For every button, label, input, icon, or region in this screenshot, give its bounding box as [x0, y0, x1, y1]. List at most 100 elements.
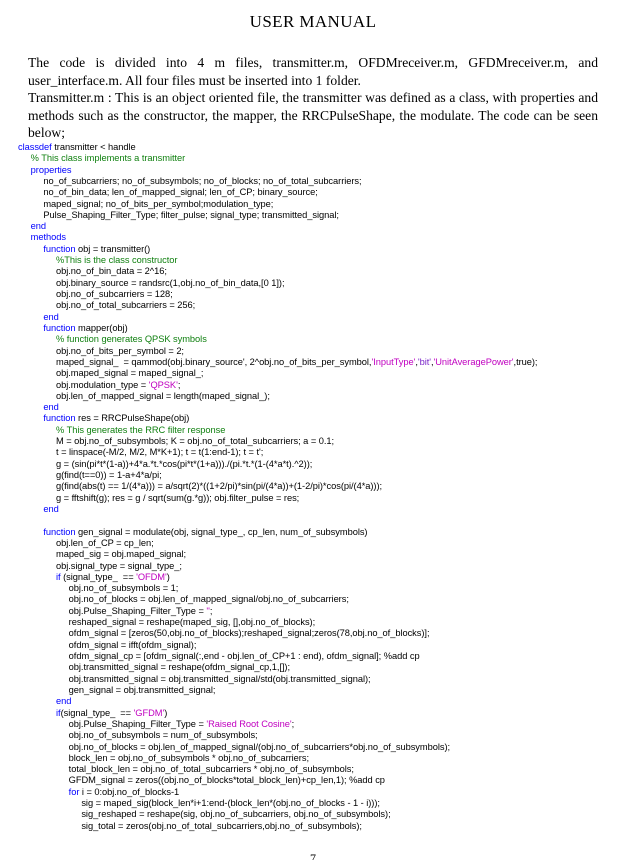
code-line: block_len = obj.no_of_subsymbols * obj.n…	[18, 753, 618, 764]
code-token-txt: obj.Pulse_Shaping_Filter_Type =	[68, 605, 207, 616]
code-token-txt: maped_sig = obj.maped_signal;	[56, 549, 187, 560]
code-line: function obj = transmitter()	[18, 244, 618, 255]
code-line: obj.len_of_CP = cp_len;	[18, 538, 618, 549]
code-token-txt: g = fftshift(g); res = g / sqrt(sum(g.*g…	[56, 492, 300, 503]
code-line: obj.no_of_bin_data = 2^16;	[18, 266, 618, 277]
code-line: maped_signal; no_of_bits_per_symbol;modu…	[18, 199, 618, 210]
code-token-cmt: % This generates the RRC filter response	[56, 424, 226, 435]
code-line: obj.transmitted_signal = reshape(ofdm_si…	[18, 662, 618, 673]
code-token-txt: obj.transmitted_signal = reshape(ofdm_si…	[68, 662, 290, 673]
code-line: obj.len_of_mapped_signal = length(maped_…	[18, 391, 618, 402]
code-line: function gen_signal = modulate(obj, sign…	[18, 527, 618, 538]
code-line: % This generates the RRC filter response	[18, 425, 618, 436]
code-token-txt: obj.no_of_subcarriers = 128;	[56, 289, 173, 300]
code-token-txt: obj.no_of_blocks = obj.len_of_mapped_sig…	[68, 594, 349, 605]
code-token-str: 'InputType'	[371, 356, 416, 367]
code-line: g = fftshift(g); res = g / sqrt(sum(g.*g…	[18, 493, 618, 504]
code-line: sig = maped_sig(block_len*i+1:end-(block…	[18, 798, 618, 809]
code-token-kw: end	[43, 503, 59, 514]
code-token-txt: obj.maped_signal = maped_signal_;	[56, 368, 204, 379]
code-token-txt: obj.len_of_mapped_signal = length(maped_…	[56, 390, 270, 401]
code-line: end	[18, 312, 618, 323]
code-line: sig_reshaped = reshape(sig, obj.no_of_su…	[18, 809, 618, 820]
code-token-kw: function	[43, 526, 79, 537]
code-token-txt: gen_signal = obj.transmitted_signal;	[68, 684, 216, 695]
code-token-kw: classdef	[18, 141, 55, 152]
code-line: obj.no_of_subcarriers = 128;	[18, 289, 618, 300]
code-line: obj.maped_signal = maped_signal_;	[18, 368, 618, 379]
code-token-txt: g(find(abs(t) == 1/(4*a))) = a/sqrt(2)*(…	[56, 481, 383, 492]
matlab-code-listing: classdef transmitter < handle % This cla…	[0, 142, 626, 832]
code-line: ofdm_signal = [zeros(50,obj.no_of_blocks…	[18, 628, 618, 639]
code-token-txt: sig_reshaped = reshape(sig, obj.no_of_su…	[81, 809, 391, 820]
code-line: end	[18, 402, 618, 413]
code-token-txt: obj.transmitted_signal = obj.transmitted…	[68, 673, 371, 684]
code-line: function res = RRCPulseShape(obj)	[18, 413, 618, 424]
code-line: obj.Pulse_Shaping_Filter_Type = 'Raised …	[18, 719, 618, 730]
code-line: end	[18, 221, 618, 232]
code-line: methods	[18, 232, 618, 243]
code-line: for i = 0:obj.no_of_blocks-1	[18, 787, 618, 798]
code-line: g(find(abs(t) == 1/(4*a))) = a/sqrt(2)*(…	[18, 481, 618, 492]
code-token-txt: g = (sin(pi*t*(1-a))+4*a.*t.*cos(pi*t*(1…	[56, 458, 313, 469]
code-line: obj.no_of_blocks = obj.len_of_mapped_sig…	[18, 594, 618, 605]
code-line: reshaped_signal = reshape(maped_sig, [],…	[18, 617, 618, 628]
code-token-txt: M = obj.no_of_subsymbols; K = obj.no_of_…	[56, 436, 335, 447]
code-line: obj.transmitted_signal = obj.transmitted…	[18, 674, 618, 685]
code-token-txt: (signal_type_ ==	[63, 571, 137, 582]
code-token-kw: function	[43, 243, 79, 254]
code-line: maped_signal_ = qammod(obj.binary_source…	[18, 357, 618, 368]
code-line: no_of_bin_data; len_of_mapped_signal; le…	[18, 187, 618, 198]
code-token-txt: ;	[209, 605, 213, 616]
code-token-kw: end	[43, 311, 59, 322]
code-token-txt: obj.no_of_bits_per_symbol = 2;	[56, 345, 184, 356]
code-token-txt: ,true);	[513, 356, 538, 367]
code-line: maped_sig = obj.maped_signal;	[18, 549, 618, 560]
code-token-txt: obj.no_of_subsymbols = num_of_subsymbols…	[68, 730, 258, 741]
code-token-txt: Pulse_Shaping_Filter_Type; filter_pulse;…	[43, 209, 339, 220]
code-token-kw: end	[43, 402, 59, 413]
code-line: % This class implements a transmitter	[18, 153, 618, 164]
code-line: GFDM_signal = zeros((obj.no_of_blocks*to…	[18, 775, 618, 786]
code-token-str-b: 'bit'	[417, 356, 431, 367]
code-line: g(find(t==0)) = 1-a+4*a/pi;	[18, 470, 618, 481]
code-line: sig_total = zeros(obj.no_of_total_subcar…	[18, 821, 618, 832]
code-token-txt: ofdm_signal = [zeros(50,obj.no_of_blocks…	[68, 628, 430, 639]
code-line: if (signal_type_ == 'OFDM')	[18, 572, 618, 583]
code-line: function mapper(obj)	[18, 323, 618, 334]
code-line: obj.binary_source = randsrc(1,obj.no_of_…	[18, 278, 618, 289]
code-token-txt: obj = transmitter()	[78, 243, 151, 254]
code-token-cmt: % function generates QPSK symbols	[56, 334, 207, 345]
code-token-txt: ofdm_signal_cp = [ofdm_signal(:,end - ob…	[68, 651, 420, 662]
code-line: obj.modulation_type = 'QPSK';	[18, 380, 618, 391]
intro-paragraph-1: The code is divided into 4 m files, tran…	[28, 55, 598, 88]
code-token-kw: function	[43, 413, 79, 424]
code-token-txt: mapper(obj)	[78, 322, 128, 333]
code-line: obj.no_of_subsymbols = 1;	[18, 583, 618, 594]
document-page: USER MANUAL The code is divided into 4 m…	[0, 0, 626, 862]
code-token-txt: )	[166, 571, 170, 582]
code-token-kw: methods	[30, 232, 66, 243]
code-token-txt: i = 0:obj.no_of_blocks-1	[81, 786, 180, 797]
code-token-txt: no_of_bin_data; len_of_mapped_signal; le…	[43, 187, 318, 198]
intro-paragraph-2: Transmitter.m : This is an object orient…	[28, 90, 598, 141]
code-line: obj.Pulse_Shaping_Filter_Type = '';	[18, 606, 618, 617]
code-token-txt: block_len = obj.no_of_subsymbols * obj.n…	[68, 752, 309, 763]
code-token-kw: function	[43, 322, 79, 333]
code-line: obj.signal_type = signal_type_;	[18, 561, 618, 572]
code-token-txt: obj.Pulse_Shaping_Filter_Type =	[68, 718, 207, 729]
code-token-txt: res = RRCPulseShape(obj)	[78, 413, 190, 424]
code-line: obj.no_of_bits_per_symbol = 2;	[18, 346, 618, 357]
code-token-kw: end	[56, 696, 72, 707]
code-line: total_block_len = obj.no_of_total_subcar…	[18, 764, 618, 775]
code-token-txt: GFDM_signal = zeros((obj.no_of_blocks*to…	[68, 775, 385, 786]
code-token-txt: transmitter < handle	[54, 141, 136, 152]
code-token-txt: (signal_type_ ==	[60, 707, 134, 718]
code-line: classdef transmitter < handle	[18, 142, 618, 153]
code-line: obj.no_of_subsymbols = num_of_subsymbols…	[18, 730, 618, 741]
code-token-txt: t = linspace(-M/2, M/2, M*K+1); t = t(1:…	[56, 447, 264, 458]
code-token-str: 'Raised Root Cosine'	[206, 718, 292, 729]
code-line: M = obj.no_of_subsymbols; K = obj.no_of_…	[18, 436, 618, 447]
code-line: gen_signal = obj.transmitted_signal;	[18, 685, 618, 696]
